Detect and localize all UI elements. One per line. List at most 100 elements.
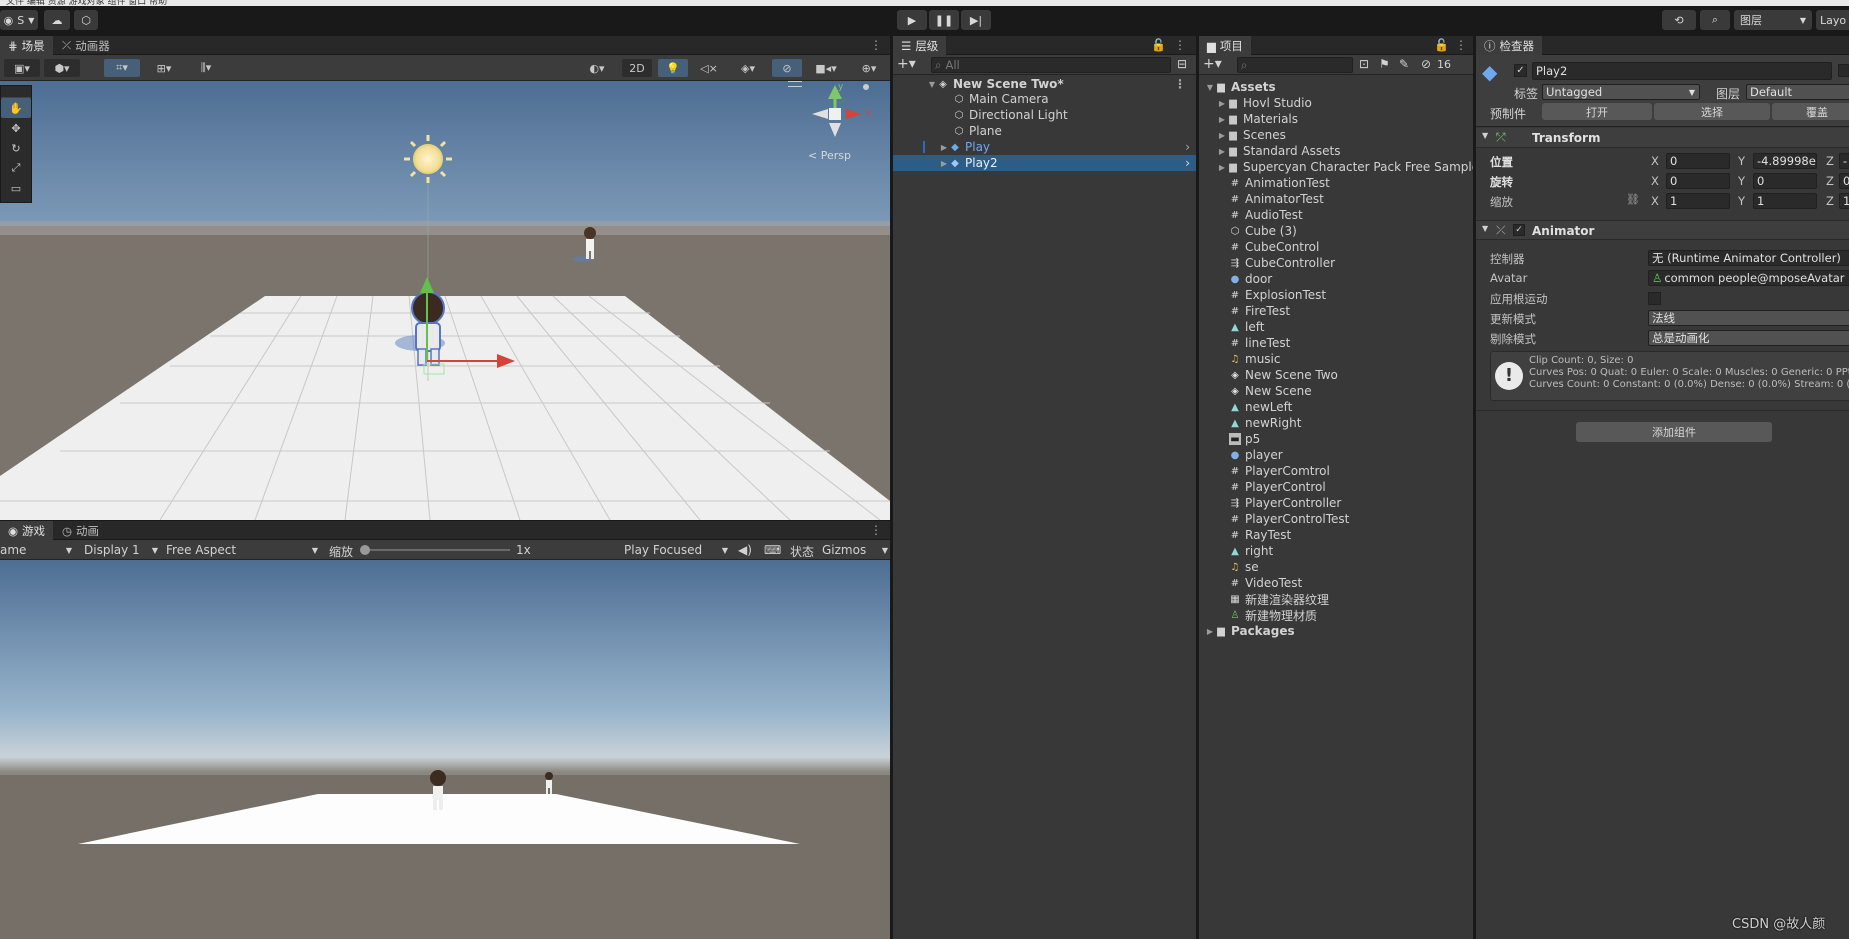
project-asset[interactable]: ▲ newRight [1229, 415, 1301, 431]
visibility-icon[interactable]: ⊘ [772, 59, 802, 77]
project-asset[interactable]: ♙ 新建物理材质 [1229, 607, 1318, 623]
tab-inspector[interactable]: ⓘ 检查器 [1476, 36, 1542, 55]
more-icon[interactable]: ⋮ [1174, 38, 1186, 52]
update-mode-dropdown[interactable]: 法线 [1648, 310, 1849, 326]
expand-arrow-icon[interactable]: ▶ [1217, 147, 1227, 156]
gizmos-dropdown[interactable]: ⊕▾ [850, 59, 888, 77]
assets-root[interactable]: ▼ ▆ Assets [1205, 79, 1276, 95]
expand-arrow-icon[interactable]: ▼ [1482, 131, 1488, 140]
layers-dropdown[interactable]: 图层 ▼ [1734, 10, 1812, 30]
project-asset[interactable]: # FireTest [1229, 303, 1290, 319]
palette-handle[interactable] [1, 86, 31, 98]
keyboard-icon[interactable]: ⌨ [764, 543, 781, 557]
project-asset[interactable]: # ExplosionTest [1229, 287, 1326, 303]
project-asset[interactable]: ▲ left [1229, 319, 1264, 335]
prefab-open-button[interactable]: 打开 [1542, 103, 1652, 120]
filter-icon[interactable]: ⊟ [1177, 57, 1187, 71]
project-asset[interactable]: # PlayerComtrol [1229, 463, 1330, 479]
stats-button[interactable]: 状态 [790, 543, 814, 560]
favorite-icon[interactable]: ✎ [1399, 57, 1409, 71]
cloud-icon[interactable]: ☁ [44, 10, 70, 30]
collab-icon[interactable]: ⬡ [74, 10, 98, 30]
add-icon[interactable]: +▾ [897, 56, 916, 72]
scale-x-field[interactable]: 1 [1666, 193, 1730, 209]
pause-button[interactable]: ❚❚ [929, 10, 959, 30]
expand-arrow-icon[interactable]: ▶ [939, 159, 949, 168]
project-asset[interactable]: # lineTest [1229, 335, 1291, 351]
scene-viewport[interactable]: x y < Persp ✋ ✥ ↻ ⤢ ▭ [0, 81, 890, 520]
search-icon[interactable]: ⌕ [1700, 10, 1730, 30]
gizmos-dropdown-game[interactable]: Gizmos ▼ [822, 541, 888, 559]
increment-snap-button[interactable]: ⫼▾ [188, 59, 224, 77]
project-asset[interactable]: # PlayerControl [1229, 479, 1326, 495]
display-dropdown[interactable]: Display 1 ▼ [84, 541, 162, 559]
chevron-right-icon[interactable]: › [1185, 156, 1190, 170]
root-motion-checkbox[interactable] [1648, 292, 1661, 305]
project-asset[interactable]: ◈ New Scene Two [1229, 367, 1338, 383]
add-component-button[interactable]: 添加组件 [1576, 422, 1772, 442]
project-folder[interactable]: ▶ ▆ Scenes [1217, 127, 1286, 143]
expand-arrow-icon[interactable]: ▶ [1205, 627, 1215, 636]
account-button[interactable]: ◉ S ▼ [0, 10, 38, 30]
animator-enabled-checkbox[interactable]: ✓ [1513, 224, 1525, 236]
view-options-dropdown[interactable]: ⬢▾ [44, 59, 80, 77]
hierarchy-search-input[interactable]: ⌕ All [931, 57, 1171, 73]
packages-root[interactable]: ▶ ▆ Packages [1205, 623, 1295, 639]
position-x-field[interactable]: 0 [1666, 153, 1730, 169]
add-icon[interactable]: +▾ [1203, 56, 1222, 72]
more-icon[interactable]: ⋮ [1455, 38, 1467, 52]
prefab-overrides-button[interactable]: 覆盖 [1772, 103, 1849, 120]
scale-y-field[interactable]: 1 [1753, 193, 1817, 209]
culling-mode-dropdown[interactable]: 总是动画化 [1648, 330, 1849, 346]
scale-slider-thumb[interactable] [360, 545, 370, 555]
scale-z-field[interactable]: 1 [1839, 193, 1849, 209]
scene-root[interactable]: ▼ ◈ New Scene Two* ⋮ [893, 76, 1196, 92]
overlay-handle[interactable] [788, 81, 802, 87]
project-folder[interactable]: ▶ ▆ Standard Assets [1217, 143, 1341, 159]
static-checkbox[interactable] [1838, 64, 1849, 77]
hand-tool-icon[interactable]: ✋ [1, 98, 31, 118]
prefab-select-button[interactable]: 选择 [1654, 103, 1770, 120]
expand-arrow-icon[interactable]: ▶ [1217, 115, 1227, 124]
project-asset[interactable]: ▲ right [1229, 543, 1273, 559]
project-asset[interactable]: # VideoTest [1229, 575, 1302, 591]
step-button[interactable]: ▶| [961, 10, 991, 30]
audio-mute-icon[interactable]: ◁× [694, 59, 724, 77]
project-asset[interactable]: ● player [1229, 447, 1283, 463]
transform-header[interactable]: ▼ ⤱ Transform [1476, 128, 1849, 148]
hidden-packages-icon[interactable]: ⊘ [1421, 57, 1431, 71]
project-folder[interactable]: ▶ ▆ Hovl Studio [1217, 95, 1312, 111]
position-z-field[interactable]: - [1839, 153, 1849, 169]
hierarchy-item[interactable]: ⬡ Plane [893, 123, 1196, 139]
search-by-type-icon[interactable]: ⊡ [1359, 57, 1369, 71]
search-by-label-icon[interactable]: ⚑ [1379, 57, 1390, 71]
tag-dropdown[interactable]: Untagged ▼ [1542, 84, 1700, 100]
animator-header[interactable]: ▼ ⤫ ✓ Animator [1476, 220, 1849, 240]
lighting-icon[interactable]: 💡 [658, 59, 688, 77]
chevron-right-icon[interactable]: › [1185, 140, 1190, 154]
object-name-input[interactable]: Play2 [1532, 62, 1832, 80]
more-icon[interactable]: ⋮ [870, 523, 882, 537]
lock-icon[interactable]: 🔓 [1151, 38, 1166, 52]
project-asset[interactable]: # AnimationTest [1229, 175, 1330, 191]
controller-field[interactable]: 无 (Runtime Animator Controller) [1648, 250, 1849, 266]
expand-arrow-icon[interactable]: ▶ [1217, 163, 1227, 172]
project-asset[interactable]: ▦ 新建渲染器纹理 [1229, 591, 1329, 607]
tab-scene[interactable]: ⋕ 场景 [0, 36, 53, 55]
game-view-dropdown[interactable]: ame ▼ [0, 541, 76, 559]
avatar-field[interactable]: ♙ common people@mposeAvatar [1648, 270, 1849, 286]
rotation-x-field[interactable]: 0 [1666, 173, 1730, 189]
scale-slider[interactable] [360, 545, 510, 555]
hierarchy-item[interactable]: ⬡ Main Camera [893, 91, 1196, 107]
move-tool-icon[interactable]: ✥ [1, 118, 31, 138]
rotation-y-field[interactable]: 0 [1753, 173, 1817, 189]
aspect-dropdown[interactable]: Free Aspect ▼ [166, 541, 322, 559]
layer-dropdown[interactable]: Default [1746, 84, 1849, 100]
expand-arrow-icon[interactable]: ▼ [1482, 224, 1488, 233]
tab-project[interactable]: ▆ 项目 [1199, 36, 1251, 55]
hierarchy-item[interactable]: ▶ ◆ Play › [893, 139, 1196, 155]
project-asset[interactable]: # AnimatorTest [1229, 191, 1324, 207]
project-asset[interactable]: # CubeControl [1229, 239, 1320, 255]
rect-tool-icon[interactable]: ▭ [1, 178, 31, 198]
project-asset[interactable]: ⇶ CubeController [1229, 255, 1335, 271]
